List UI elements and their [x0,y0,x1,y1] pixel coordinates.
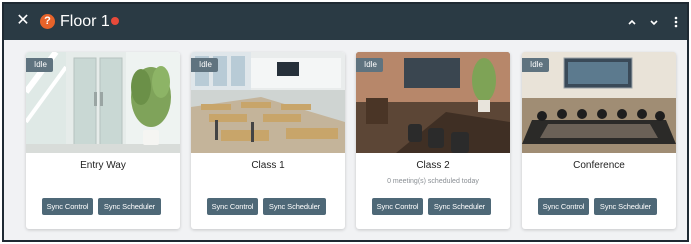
status-badge: Idle [191,58,218,72]
panel-header: ✕ ? Floor 1 [4,4,687,40]
room-name: Class 2 [416,160,450,171]
close-icon[interactable]: ✕ [14,12,32,30]
room-card-conference[interactable]: Idle Conference Sync Control Sync Schedu… [522,52,676,229]
sync-scheduler-button[interactable]: Sync Scheduler [594,198,657,215]
chevron-up-icon[interactable] [624,13,640,31]
more-vertical-icon[interactable] [668,13,684,31]
sync-control-button[interactable]: Sync Control [538,198,589,215]
sync-control-button[interactable]: Sync Control [372,198,423,215]
floor-panel: ✕ ? Floor 1 Idle Entry Way Sync Control … [2,2,689,242]
panel-title: Floor 1 [60,13,119,31]
status-badge: Idle [522,58,549,72]
room-card-class-2[interactable]: Idle Class 2 0 meeting(s) scheduled toda… [356,52,510,229]
sync-scheduler-button[interactable]: Sync Scheduler [263,198,326,215]
panel-title-text: Floor 1 [60,13,110,30]
room-name: Entry Way [80,160,126,171]
status-badge: Idle [356,58,383,72]
room-card-entry-way[interactable]: Idle Entry Way Sync Control Sync Schedul… [26,52,180,229]
room-name: Conference [573,160,625,171]
chevron-down-icon[interactable] [646,13,662,31]
sync-scheduler-button[interactable]: Sync Scheduler [428,198,491,215]
schedule-status-text: 0 meeting(s) scheduled today [387,178,479,185]
room-card-class-1[interactable]: Idle Class 1 Sync Control Sync Scheduler [191,52,345,229]
warning-icon [110,16,119,25]
status-badge: Idle [26,58,53,72]
room-name: Class 1 [251,160,285,171]
help-icon[interactable]: ? [40,14,55,29]
sync-control-button[interactable]: Sync Control [42,198,93,215]
sync-scheduler-button[interactable]: Sync Scheduler [98,198,161,215]
sync-control-button[interactable]: Sync Control [207,198,258,215]
